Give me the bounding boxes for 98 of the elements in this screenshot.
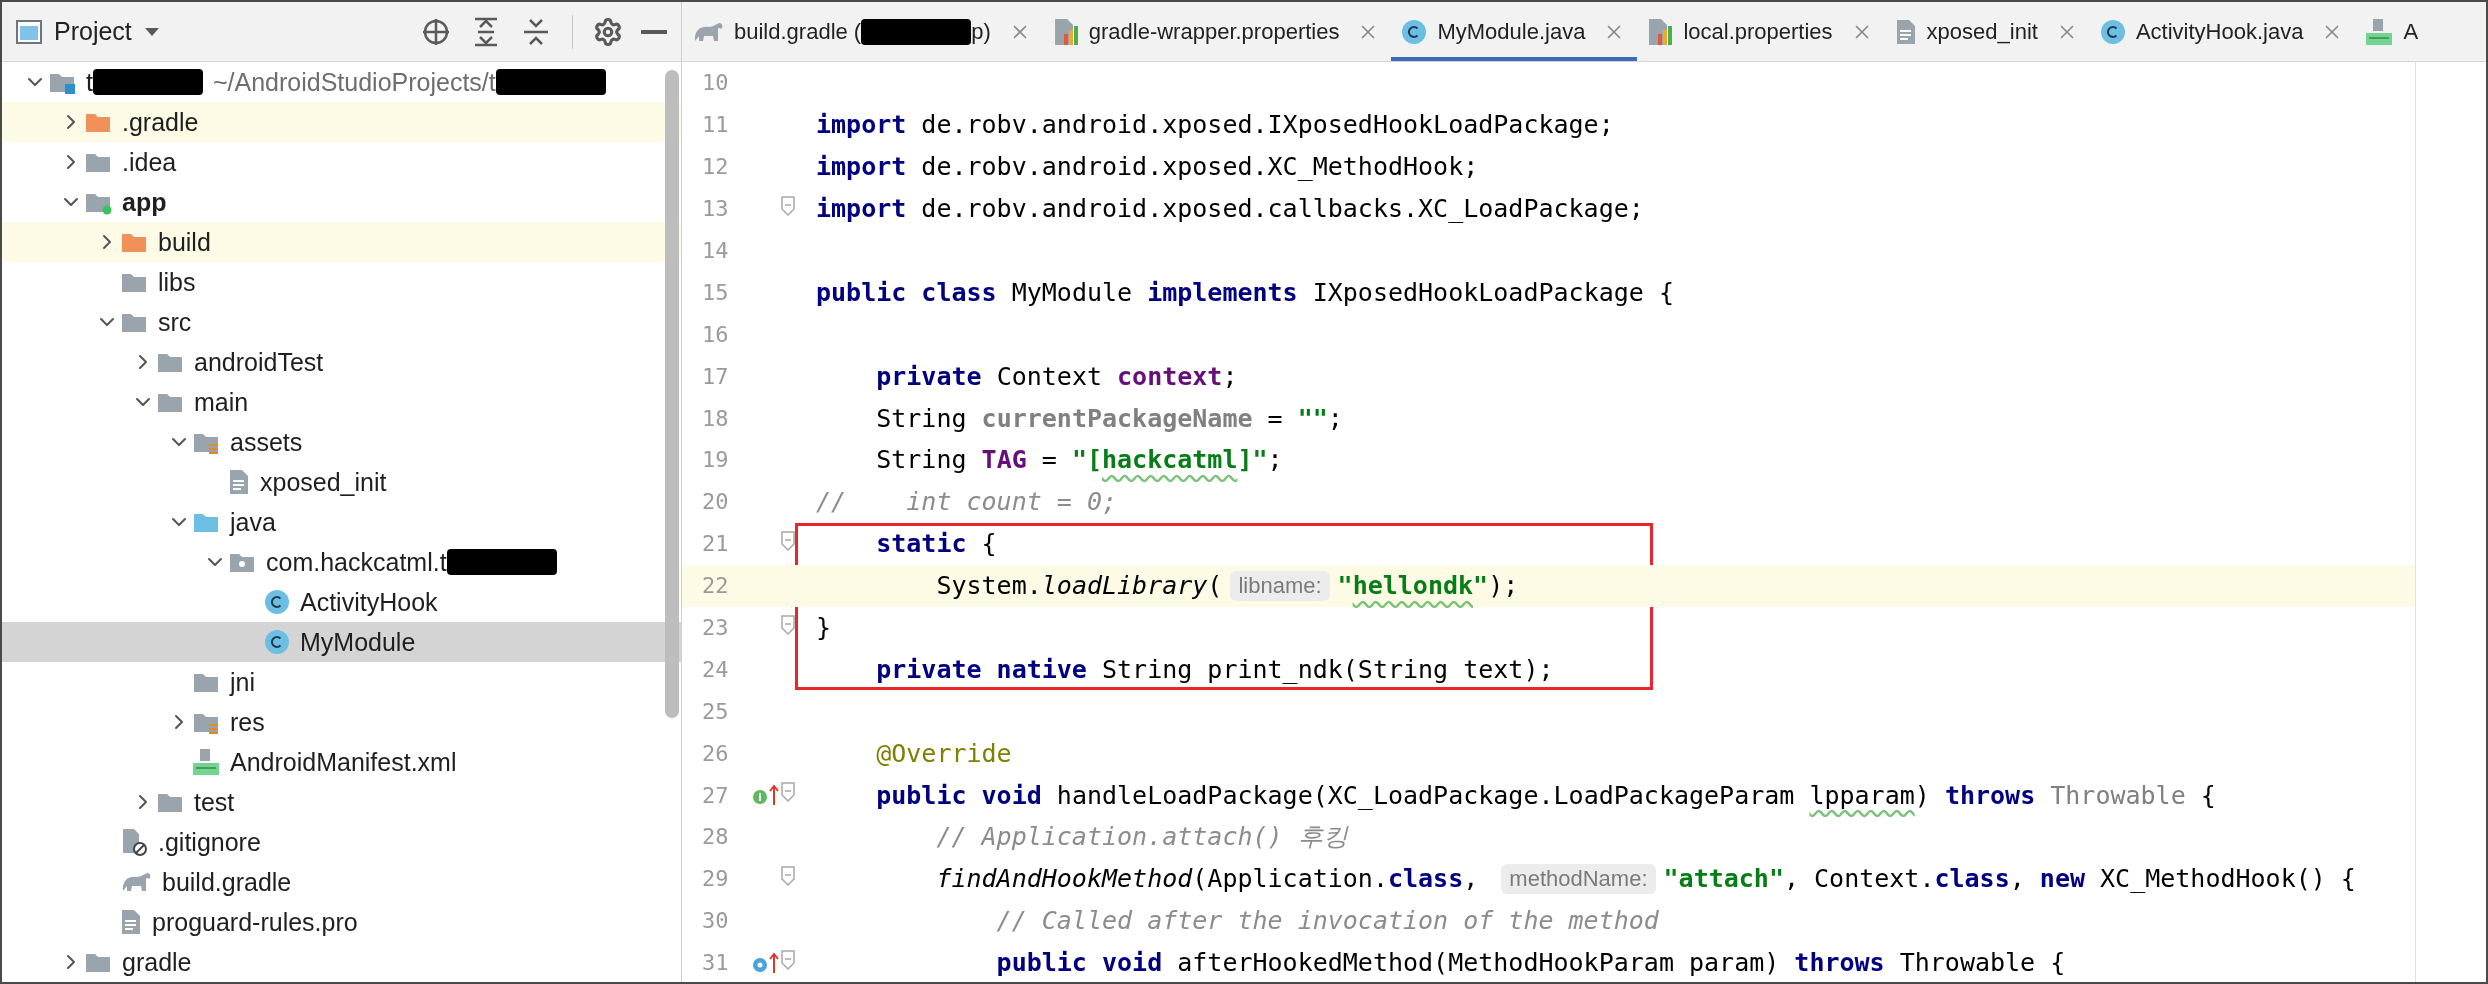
tree-item[interactable]: libs <box>2 262 681 302</box>
line-number: 15 <box>702 279 730 305</box>
line-number: 13 <box>702 196 730 222</box>
tree-item[interactable]: main <box>2 382 681 422</box>
line-number: 30 <box>702 908 730 934</box>
manifest-file-icon <box>2365 17 2394 46</box>
editor-tab[interactable]: local.properties <box>1637 2 1885 61</box>
code-text: // Application.attach() 후킹 <box>935 821 1348 854</box>
line-number: 20 <box>702 489 730 515</box>
code-text: findAndHookMethod(Application.class, methodName: "attach", Context.class, new XC_MethodHook() { <box>935 863 2356 894</box>
line-number: 19 <box>702 447 730 473</box>
editor-tab[interactable]: xposed_init <box>1884 2 2090 61</box>
fold-marker-icon[interactable] <box>781 949 795 970</box>
code-text: private native String print_ndk(String text); <box>875 654 1554 684</box>
settings-icon <box>593 16 623 47</box>
tree-item[interactable]: java <box>2 502 681 542</box>
code-text: System.loadLibrary( libname: "hellondk"); <box>935 570 1519 601</box>
code-text: public void handleLoadPackage(XC_LoadPackage.LoadPackageParam lpparam) throws Throwable { <box>875 780 2216 810</box>
code-text: public class MyModule implements IXposedHookLoadPackage { <box>816 277 1674 307</box>
overrides-icon[interactable] <box>752 950 782 975</box>
line-number: 22 <box>702 573 730 599</box>
code-text: @Override <box>875 738 1012 768</box>
code-text: public void afterHookedMethod(MethodHookParam param) throws Throwable { <box>995 948 2066 978</box>
implements-icon[interactable] <box>752 783 782 808</box>
line-number: 31 <box>702 950 730 976</box>
line-number: 23 <box>702 615 730 640</box>
tree-item[interactable]: .gradle <box>2 102 681 142</box>
line-number: 25 <box>702 698 730 724</box>
line-number: 28 <box>702 824 730 850</box>
fold-marker-icon[interactable] <box>781 782 795 803</box>
tree-item[interactable]: gradle <box>2 942 681 982</box>
minus-icon <box>641 29 667 34</box>
line-number: 16 <box>702 321 730 347</box>
bar-chart-file-icon <box>1647 17 1674 46</box>
line-number: 21 <box>702 531 730 557</box>
tree-item[interactable]: .gitignore <box>2 822 681 862</box>
scrollbar-thumb[interactable] <box>665 70 679 718</box>
editor-tab[interactable]: MyModule.java <box>1391 2 1638 61</box>
code-text: import de.robv.android.xposed.callbacks.XC_LoadPackage; <box>816 194 1644 224</box>
class-icon <box>1401 18 1428 45</box>
code-text: // int count = 0; <box>816 487 1118 517</box>
line-number: 11 <box>702 112 730 138</box>
parameter-hint: methodName: <box>1501 863 1656 894</box>
tree-item[interactable]: proguard-rules.pro <box>2 902 681 942</box>
text-file-icon <box>228 469 250 495</box>
code-text: private Context context; <box>875 361 1238 391</box>
class-icon <box>264 589 290 615</box>
line-number: 29 <box>702 866 730 892</box>
code-text: import de.robv.android.xposed.XC_MethodHook; <box>816 152 1479 182</box>
tree-item[interactable]: assets <box>2 422 681 462</box>
editor-tab[interactable]: A <box>2355 2 2431 61</box>
editor-tab[interactable]: gradle-wrapper.properties <box>1042 2 1392 61</box>
class-icon <box>264 629 290 655</box>
tree-item[interactable]: t ~/AndroidStudioProjects/t <box>2 62 681 102</box>
tree-item[interactable]: xposed_init <box>2 462 681 502</box>
code-text: static { <box>875 529 997 559</box>
tree-item[interactable]: src <box>2 302 681 342</box>
tree-item[interactable]: MyModule <box>2 622 681 662</box>
fold-marker-icon[interactable] <box>781 195 795 216</box>
tree-item[interactable]: ActivityHook <box>2 582 681 622</box>
tree-item[interactable]: app <box>2 182 681 222</box>
ignore-file-icon <box>120 828 148 856</box>
caret-icon <box>143 26 160 37</box>
tree-item[interactable]: res <box>2 702 681 742</box>
tree-item[interactable]: build.gradle <box>2 862 681 902</box>
text-file-icon <box>120 909 142 935</box>
line-number: 14 <box>702 238 730 263</box>
tree-item[interactable]: test <box>2 782 681 822</box>
code-text: import de.robv.android.xposed.IXposedHookLoadPackage; <box>816 110 1614 140</box>
parameter-hint: libname: <box>1230 570 1330 601</box>
line-number: 27 <box>702 782 730 808</box>
window-icon <box>16 19 42 44</box>
code-text: // Called after the invocation of the method <box>995 906 1659 936</box>
tree-item[interactable]: AndroidManifest.xml <box>2 742 681 782</box>
manifest-file-icon <box>192 748 220 776</box>
fold-marker-icon[interactable] <box>781 530 795 551</box>
code-text: String TAG = "[hackcatml]"; <box>875 445 1283 475</box>
class-icon <box>2099 18 2126 45</box>
tree-item[interactable]: build <box>2 222 681 262</box>
tree-item[interactable]: jni <box>2 662 681 702</box>
tree-item[interactable]: com.hackcatml.t <box>2 542 681 582</box>
project-view-dropdown[interactable]: Project <box>16 17 160 46</box>
tree-item[interactable]: .idea <box>2 142 681 182</box>
line-number: 10 <box>702 70 730 96</box>
line-number: 18 <box>702 405 730 431</box>
line-number: 12 <box>702 154 730 180</box>
fold-marker-icon[interactable] <box>781 614 795 635</box>
line-number: 24 <box>702 656 730 682</box>
text-file-icon <box>1894 18 1917 45</box>
code-text: } <box>816 613 832 642</box>
editor-tab[interactable]: build.gradle ( p) <box>682 2 1043 61</box>
editor-tab[interactable]: ActivityHook.java <box>2089 2 2356 61</box>
bar-chart-file-icon <box>1052 17 1079 46</box>
code-text: String currentPackageName = ""; <box>875 403 1343 433</box>
line-number: 26 <box>702 740 730 766</box>
fold-marker-icon[interactable] <box>781 865 795 886</box>
line-number: 17 <box>702 363 730 389</box>
tree-item[interactable]: androidTest <box>2 342 681 382</box>
